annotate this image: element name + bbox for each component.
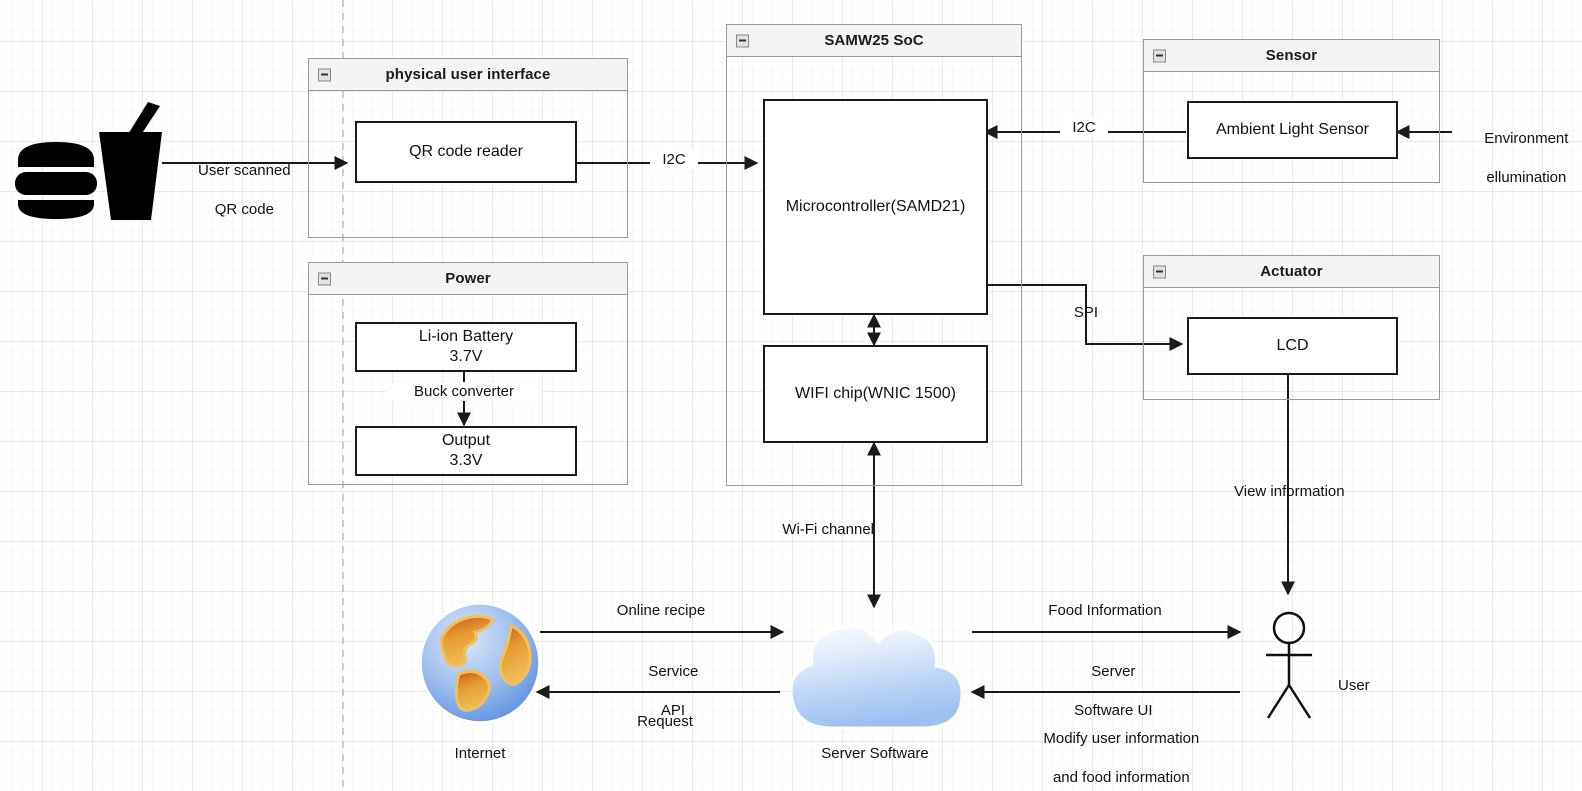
label-environment-illumination: Environment ellumination xyxy=(1484,130,1569,186)
group-title: Sensor xyxy=(1265,47,1318,64)
label-modify-information: Modify user information and food informa… xyxy=(1043,730,1200,786)
label-online-recipe: Online recipe xyxy=(616,602,706,619)
label-buck-converter: Buck converter xyxy=(386,382,542,402)
label-wifi-channel: Wi-Fi channel xyxy=(782,521,874,538)
group-header[interactable]: SAMW25 SoC xyxy=(727,25,1021,57)
minus-square-icon[interactable] xyxy=(1153,265,1166,278)
group-physical-user-interface[interactable]: physical user interface QR code reader xyxy=(308,58,628,238)
group-header[interactable]: Actuator xyxy=(1144,256,1439,288)
node-label-line2: 3.3V xyxy=(449,452,483,469)
server-software-label: Server Software xyxy=(821,745,929,762)
node-li-ion-battery[interactable]: Li-ion Battery 3.7V xyxy=(355,322,577,372)
node-ambient-light-sensor[interactable]: Ambient Light Sensor xyxy=(1187,101,1398,159)
group-header[interactable]: Sensor xyxy=(1144,40,1439,72)
node-label-line2: 3.7V xyxy=(449,348,483,365)
group-samw25-soc[interactable]: SAMW25 SoC Microcontroller(SAMD21) WIFI … xyxy=(726,24,1022,486)
minus-square-icon[interactable] xyxy=(318,272,331,285)
stick-figure-actor-icon xyxy=(1258,610,1320,722)
group-header[interactable]: physical user interface xyxy=(309,59,627,91)
group-title: SAMW25 SoC xyxy=(824,32,924,49)
group-body: Microcontroller(SAMD21) WIFI chip(WNIC 1… xyxy=(727,57,1021,485)
label-view-information: View information xyxy=(1234,483,1345,500)
minus-square-icon[interactable] xyxy=(736,34,749,47)
group-title: Actuator xyxy=(1260,263,1323,280)
cloud-icon xyxy=(770,600,980,736)
node-lcd[interactable]: LCD xyxy=(1187,317,1398,375)
internet-label: Internet xyxy=(454,745,506,762)
node-output[interactable]: Output 3.3V xyxy=(355,426,577,476)
node-label-line1: Output xyxy=(441,432,491,449)
label-i2c-reader-to-mcu: I2C xyxy=(650,150,698,170)
group-header[interactable]: Power xyxy=(309,263,627,295)
group-title: Power xyxy=(445,270,491,287)
group-title: physical user interface xyxy=(385,66,551,83)
label-user-scanned-qr: User scanned QR code xyxy=(198,162,291,218)
node-label: QR code reader xyxy=(409,143,523,160)
burger-and-drink-icon xyxy=(10,90,165,225)
label-spi-mcu-to-lcd: SPI xyxy=(1073,304,1099,321)
group-sensor[interactable]: Sensor Ambient Light Sensor xyxy=(1143,39,1440,183)
label-food-information: Food Information xyxy=(1048,602,1162,619)
label-request: Request xyxy=(637,713,693,730)
node-microcontroller[interactable]: Microcontroller(SAMD21) xyxy=(763,99,988,315)
user-label: User xyxy=(1338,677,1370,694)
globe-icon xyxy=(419,602,541,724)
group-power[interactable]: Power Li-ion Battery 3.7V Output 3.3V xyxy=(308,262,628,485)
group-body: Ambient Light Sensor xyxy=(1144,72,1439,182)
node-label: Ambient Light Sensor xyxy=(1216,121,1369,138)
group-body: LCD xyxy=(1144,288,1439,399)
node-wifi-chip[interactable]: WIFI chip(WNIC 1500) xyxy=(763,345,988,443)
node-label: Microcontroller(SAMD21) xyxy=(785,198,966,215)
node-qr-code-reader[interactable]: QR code reader xyxy=(355,121,577,183)
minus-square-icon[interactable] xyxy=(1153,49,1166,62)
label-i2c-sensor-to-mcu: I2C xyxy=(1060,118,1108,138)
node-label-line1: Li-ion Battery xyxy=(418,328,514,345)
diagram-canvas: physical user interface QR code reader P… xyxy=(0,0,1582,791)
node-label: WIFI chip(WNIC 1500) xyxy=(795,385,956,402)
node-label: LCD xyxy=(1276,337,1309,354)
minus-square-icon[interactable] xyxy=(318,68,331,81)
group-body: QR code reader xyxy=(309,91,627,237)
group-actuator[interactable]: Actuator LCD xyxy=(1143,255,1440,400)
